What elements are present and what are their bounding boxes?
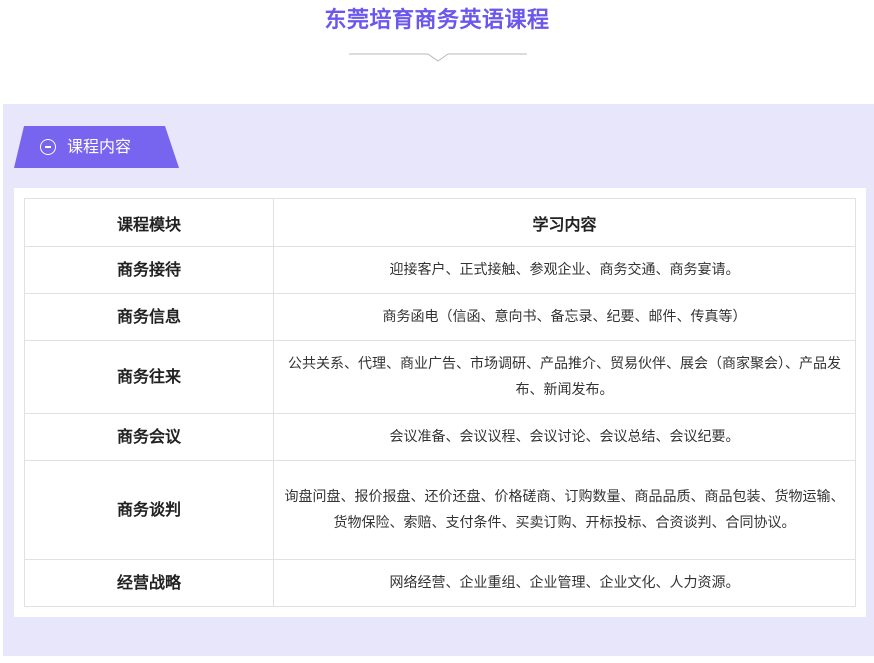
content-column-header: 学习内容 (273, 198, 856, 247)
table-row: 商务接待 迎接客户、正式接触、参观企业、商务交通、商务宴请。 (24, 246, 856, 294)
table-row: 商务会议 会议准备、会议议程、会议讨论、会议总结、会议纪要。 (24, 413, 856, 461)
content-cell: 迎接客户、正式接触、参观企业、商务交通、商务宴请。 (273, 246, 856, 294)
module-cell: 商务谈判 (24, 460, 274, 560)
module-cell: 商务会议 (24, 413, 274, 461)
course-page: 东莞培育商务英语课程 课程内容 课程模块 学习内容 商务接待 迎接客户、正式接触… (0, 0, 874, 663)
content-cell: 询盘问盘、报价报盘、还价还盘、价格磋商、订购数量、商品品质、商品包装、货物运输、… (273, 460, 856, 560)
module-cell: 商务接待 (24, 246, 274, 294)
page-header: 东莞培育商务英语课程 (0, 0, 874, 104)
title-divider (349, 53, 527, 62)
content-cell: 商务函电（信函、意向书、备忘录、纪要、邮件、传真等） (273, 293, 856, 341)
course-content-tab[interactable]: 课程内容 (14, 126, 179, 168)
table-row: 商务往来 公共关系、代理、商业广告、市场调研、产品推介、贸易伙伴、展会（商家聚会… (24, 340, 856, 414)
content-cell: 网络经营、企业重组、企业管理、企业文化、人力资源。 (273, 559, 856, 607)
module-cell: 商务往来 (24, 340, 274, 414)
content-cell: 公共关系、代理、商业广告、市场调研、产品推介、贸易伙伴、展会（商家聚会）、产品发… (273, 340, 856, 414)
course-table: 课程模块 学习内容 商务接待 迎接客户、正式接触、参观企业、商务交通、商务宴请。… (24, 198, 856, 607)
module-cell: 商务信息 (24, 293, 274, 341)
table-row: 商务信息 商务函电（信函、意向书、备忘录、纪要、邮件、传真等） (24, 293, 856, 341)
table-header: 课程模块 学习内容 (24, 198, 856, 247)
course-content-tab-label: 课程内容 (67, 137, 132, 156)
table-body: 商务接待 迎接客户、正式接触、参观企业、商务交通、商务宴请。 商务信息 商务函电… (24, 246, 856, 607)
table-row: 商务谈判 询盘问盘、报价报盘、还价还盘、价格磋商、订购数量、商品品质、商品包装、… (24, 460, 856, 560)
table-header-row: 课程模块 学习内容 (24, 198, 856, 247)
module-column-header: 课程模块 (24, 198, 274, 247)
course-content-panel: 课程内容 课程模块 学习内容 商务接待 迎接客户、正式接触、参观企业、商务交通、… (3, 104, 874, 656)
content-cell: 会议准备、会议议程、会议讨论、会议总结、会议纪要。 (273, 413, 856, 461)
course-table-card: 课程模块 学习内容 商务接待 迎接客户、正式接触、参观企业、商务交通、商务宴请。… (14, 188, 866, 617)
module-cell: 经营战略 (24, 559, 274, 607)
minus-circle-icon (40, 139, 56, 155)
page-title: 东莞培育商务英语课程 (324, 8, 550, 33)
table-row: 经营战略 网络经营、企业重组、企业管理、企业文化、人力资源。 (24, 559, 856, 607)
